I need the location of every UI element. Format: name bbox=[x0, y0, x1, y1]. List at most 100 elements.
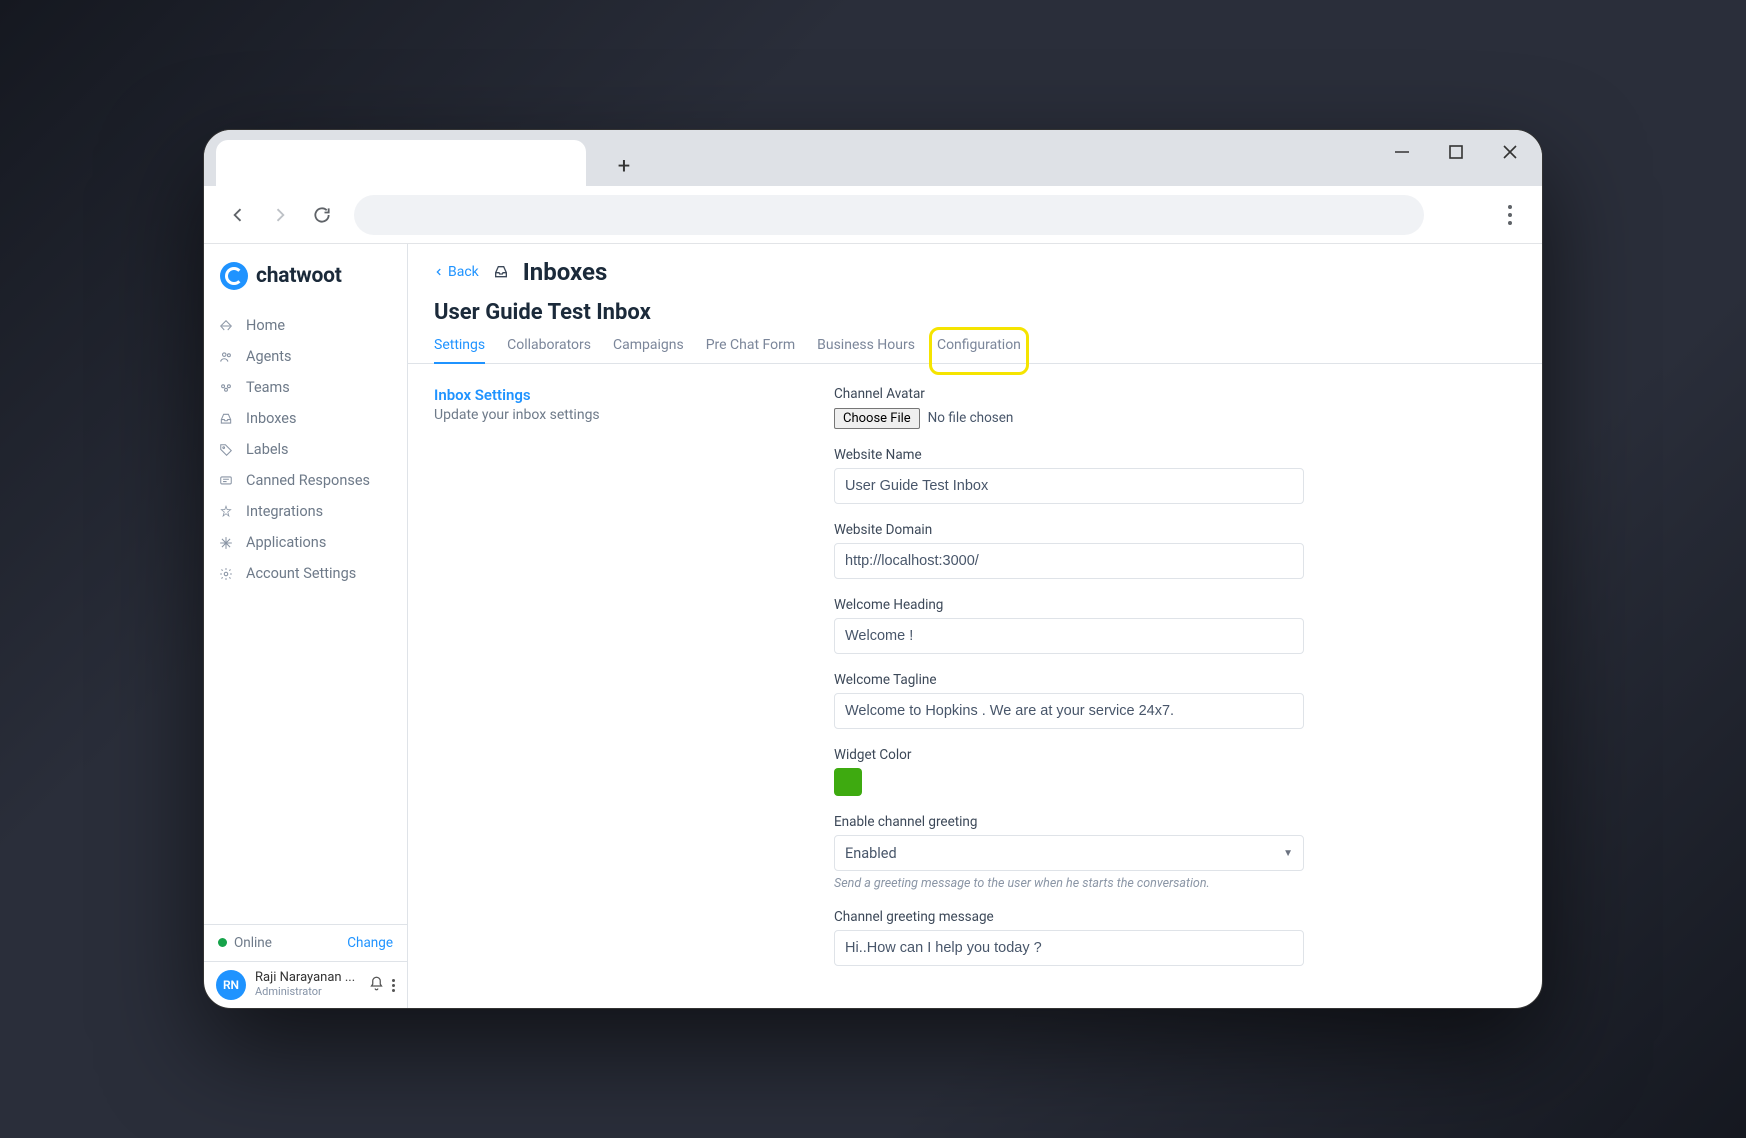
chatwoot-logo-icon bbox=[220, 262, 248, 290]
brand-logo[interactable]: chatwoot bbox=[204, 244, 407, 300]
welcome-heading-input[interactable] bbox=[834, 618, 1304, 654]
welcome-tagline-input[interactable] bbox=[834, 693, 1304, 729]
sidebar-item-label: Canned Responses bbox=[246, 472, 370, 489]
address-bar[interactable] bbox=[354, 195, 1424, 235]
reload-button[interactable] bbox=[306, 199, 338, 231]
browser-chrome: + bbox=[204, 130, 1542, 244]
tab-settings[interactable]: Settings bbox=[434, 337, 485, 363]
section-title: Inbox Settings bbox=[434, 386, 794, 404]
maximize-button[interactable] bbox=[1444, 140, 1468, 164]
settings-icon bbox=[218, 566, 234, 582]
page-title: Inboxes bbox=[523, 258, 608, 286]
sidebar-item-label: Home bbox=[246, 317, 285, 334]
file-status: No file chosen bbox=[928, 410, 1014, 426]
sidebar-item-teams[interactable]: Teams bbox=[204, 372, 407, 403]
field-website-name: Website Name bbox=[834, 447, 1304, 504]
browser-toolbar bbox=[204, 186, 1542, 244]
sidebar-item-label: Integrations bbox=[246, 503, 323, 520]
widget-color-swatch[interactable] bbox=[834, 768, 862, 796]
label-greeting-message: Channel greeting message bbox=[834, 909, 1304, 925]
close-button[interactable] bbox=[1498, 140, 1522, 164]
label-welcome-tagline: Welcome Tagline bbox=[834, 672, 1304, 688]
profile-actions bbox=[369, 976, 395, 995]
website-domain-input[interactable] bbox=[834, 543, 1304, 579]
label-welcome-heading: Welcome Heading bbox=[834, 597, 1304, 613]
new-tab-button[interactable]: + bbox=[606, 148, 642, 184]
browser-menu-button[interactable] bbox=[1496, 205, 1524, 225]
page-header: Back Inboxes User Guide Test Inbox Setti… bbox=[408, 244, 1542, 364]
label-channel-avatar: Channel Avatar bbox=[834, 386, 1304, 402]
browser-tab[interactable] bbox=[216, 140, 586, 186]
label-website-domain: Website Domain bbox=[834, 522, 1304, 538]
field-channel-avatar: Channel Avatar Choose File No file chose… bbox=[834, 386, 1304, 429]
back-link[interactable]: Back bbox=[434, 264, 479, 280]
select-value: Enabled bbox=[845, 845, 897, 862]
website-name-input[interactable] bbox=[834, 468, 1304, 504]
tab-collaborators[interactable]: Collaborators bbox=[507, 337, 591, 363]
greeting-message-input[interactable] bbox=[834, 930, 1304, 966]
inbox-icon bbox=[218, 411, 234, 427]
tab-pre-chat-form[interactable]: Pre Chat Form bbox=[706, 337, 795, 363]
sidebar-item-agents[interactable]: Agents bbox=[204, 341, 407, 372]
label-widget-color: Widget Color bbox=[834, 747, 1304, 763]
sidebar-item-home[interactable]: Home bbox=[204, 310, 407, 341]
sidebar-item-integrations[interactable]: Integrations bbox=[204, 496, 407, 527]
sidebar-nav: Home Agents Teams Inboxes Labels bbox=[204, 310, 407, 924]
sidebar-item-label: Agents bbox=[246, 348, 292, 365]
page-body: Inbox Settings Update your inbox setting… bbox=[408, 364, 1542, 1008]
field-website-domain: Website Domain bbox=[834, 522, 1304, 579]
field-enable-greeting: Enable channel greeting Enabled ▼ Send a… bbox=[834, 814, 1304, 891]
integrations-icon bbox=[218, 504, 234, 520]
brand-name: chatwoot bbox=[256, 264, 342, 288]
sidebar: chatwoot Home Agents Teams Inboxes bbox=[204, 244, 408, 1008]
window-controls bbox=[1390, 140, 1522, 164]
sidebar-item-account-settings[interactable]: Account Settings bbox=[204, 558, 407, 589]
profile-role: Administrator bbox=[255, 986, 360, 999]
sidebar-item-labels[interactable]: Labels bbox=[204, 434, 407, 465]
avatar: RN bbox=[216, 970, 246, 1000]
tab-strip: + bbox=[204, 130, 1542, 186]
label-enable-greeting: Enable channel greeting bbox=[834, 814, 1304, 830]
back-button[interactable] bbox=[222, 199, 254, 231]
presence-change-link[interactable]: Change bbox=[347, 935, 393, 951]
sidebar-item-label: Account Settings bbox=[246, 565, 356, 582]
tab-configuration[interactable]: Configuration bbox=[937, 337, 1021, 363]
field-welcome-tagline: Welcome Tagline bbox=[834, 672, 1304, 729]
tab-business-hours[interactable]: Business Hours bbox=[817, 337, 915, 363]
greeting-hint: Send a greeting message to the user when… bbox=[834, 876, 1304, 891]
enable-greeting-select[interactable]: Enabled ▼ bbox=[834, 835, 1304, 871]
tab-bar: Settings Collaborators Campaigns Pre Cha… bbox=[434, 337, 1516, 363]
sidebar-item-label: Inboxes bbox=[246, 410, 296, 427]
teams-icon bbox=[218, 380, 234, 396]
bell-icon[interactable] bbox=[369, 976, 384, 995]
browser-window: + chatwoot Home bbox=[203, 129, 1543, 1009]
choose-file-button[interactable]: Choose File bbox=[834, 408, 920, 429]
main-content: Back Inboxes User Guide Test Inbox Setti… bbox=[408, 244, 1542, 1008]
section-header: Inbox Settings Update your inbox setting… bbox=[434, 386, 794, 986]
sidebar-item-inboxes[interactable]: Inboxes bbox=[204, 403, 407, 434]
app-shell: chatwoot Home Agents Teams Inboxes bbox=[204, 244, 1542, 1008]
sidebar-item-label: Labels bbox=[246, 441, 289, 458]
inbox-name: User Guide Test Inbox bbox=[434, 300, 1516, 325]
forward-button[interactable] bbox=[264, 199, 296, 231]
sidebar-item-label: Applications bbox=[246, 534, 326, 551]
presence-dot-icon bbox=[218, 938, 227, 947]
field-welcome-heading: Welcome Heading bbox=[834, 597, 1304, 654]
label-website-name: Website Name bbox=[834, 447, 1304, 463]
agents-icon bbox=[218, 349, 234, 365]
label-icon bbox=[218, 442, 234, 458]
sidebar-item-canned-responses[interactable]: Canned Responses bbox=[204, 465, 407, 496]
sidebar-item-label: Teams bbox=[246, 379, 290, 396]
settings-form: Channel Avatar Choose File No file chose… bbox=[834, 386, 1304, 986]
more-icon[interactable] bbox=[392, 979, 395, 992]
minimize-button[interactable] bbox=[1390, 140, 1414, 164]
home-icon bbox=[218, 318, 234, 334]
section-subtitle: Update your inbox settings bbox=[434, 407, 794, 423]
sidebar-item-applications[interactable]: Applications bbox=[204, 527, 407, 558]
tab-campaigns[interactable]: Campaigns bbox=[613, 337, 684, 363]
inbox-header-icon bbox=[493, 264, 509, 280]
field-greeting-message: Channel greeting message bbox=[834, 909, 1304, 966]
profile-card[interactable]: RN Raji Narayanan ... Administrator bbox=[204, 961, 407, 1008]
canned-icon bbox=[218, 473, 234, 489]
chevron-down-icon: ▼ bbox=[1283, 848, 1293, 859]
